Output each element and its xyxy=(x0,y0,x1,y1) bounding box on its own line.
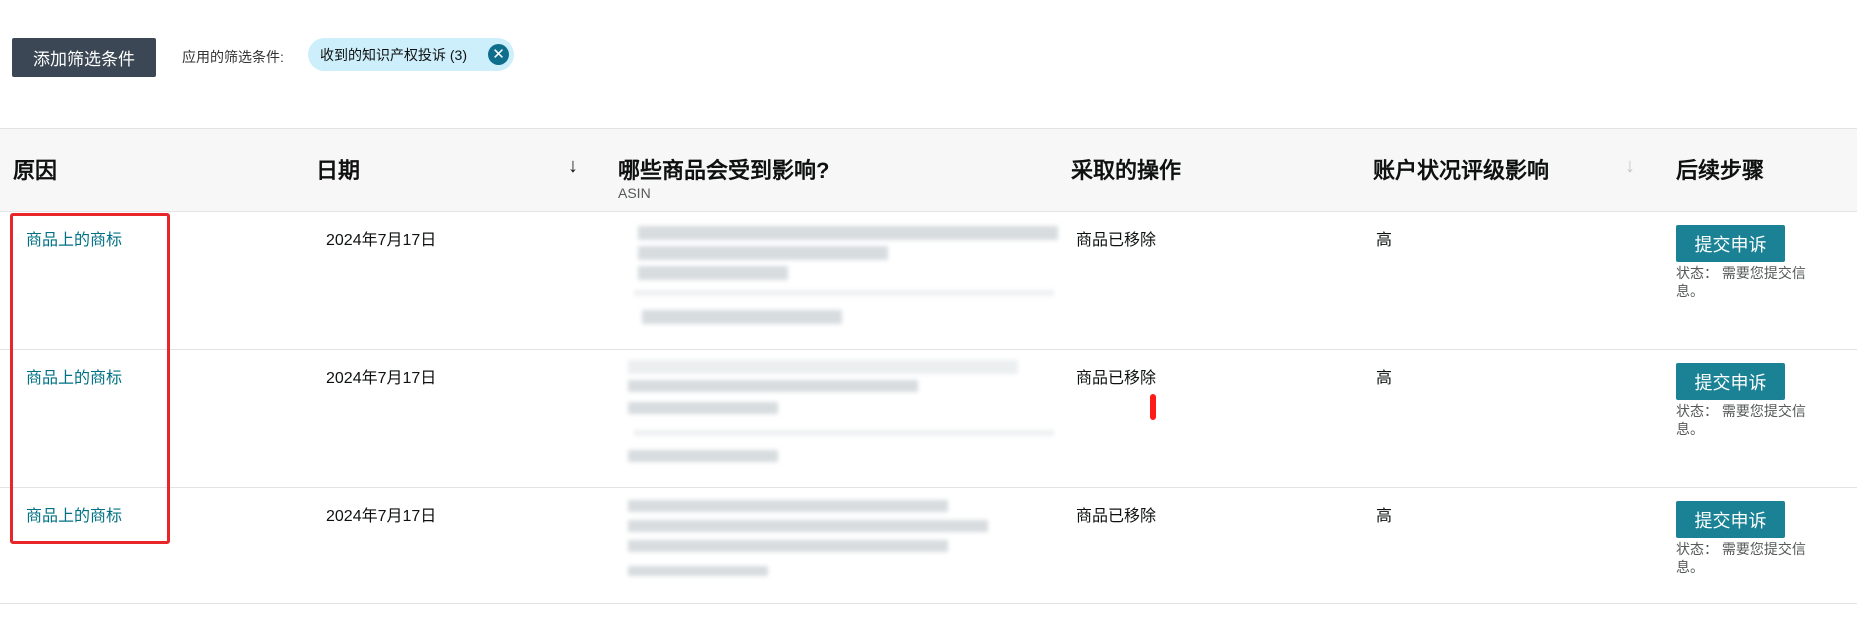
status-text: 状态： 需要您提交信息。 xyxy=(1676,403,1806,437)
status-text: 状态： 需要您提交信息。 xyxy=(1676,265,1806,299)
filter-toolbar: 添加筛选条件 应用的筛选条件: 收到的知识产权投诉 (3) ✕ xyxy=(0,0,1857,110)
impact-cell: 高 xyxy=(1376,370,1393,387)
asin-redacted xyxy=(624,358,1064,478)
action-cell: 商品已移除 xyxy=(1076,508,1157,525)
reason-link[interactable]: 商品上的商标 xyxy=(26,502,122,526)
asin-redacted xyxy=(624,222,1064,342)
reason-link[interactable]: 商品上的商标 xyxy=(26,226,122,250)
header-next-steps: 后续步骤 xyxy=(1676,158,1765,183)
header-affected: 哪些商品会受到影响? xyxy=(618,158,830,183)
filter-chip[interactable]: 收到的知识产权投诉 (3) ✕ xyxy=(308,38,514,71)
annotation-mark xyxy=(1150,394,1156,420)
applied-filters-label: 应用的筛选条件: xyxy=(182,49,284,65)
submit-appeal-button[interactable]: 提交申诉 xyxy=(1676,363,1785,400)
submit-appeal-button[interactable]: 提交申诉 xyxy=(1676,501,1785,538)
sort-down-icon[interactable]: ↓ xyxy=(568,155,578,178)
asin-redacted xyxy=(624,496,1064,616)
reason-link[interactable]: 商品上的商标 xyxy=(26,364,122,388)
date-cell: 2024年7月17日 xyxy=(326,508,437,525)
filter-chip-label: 收到的知识产权投诉 (3) xyxy=(320,46,467,63)
header-asin-sub: ASIN xyxy=(618,185,651,201)
table-row: 商品上的商标 2024年7月17日 商品已移除 高 提交申诉 状态： 需要您提交… xyxy=(0,212,1857,350)
action-cell: 商品已移除 xyxy=(1076,232,1157,249)
add-filter-button[interactable]: 添加筛选条件 xyxy=(12,38,156,77)
header-action: 采取的操作 xyxy=(1071,158,1182,183)
header-impact[interactable]: 账户状况评级影响 xyxy=(1373,153,1549,185)
status-text: 状态： 需要您提交信息。 xyxy=(1676,541,1806,575)
header-date[interactable]: 日期 xyxy=(316,153,360,185)
table-header: 原因 日期 ↓ 哪些商品会受到影响? ASIN 采取的操作 账户状况评级影响 ↓… xyxy=(0,128,1857,212)
impact-cell: 高 xyxy=(1376,508,1393,525)
table-row: 商品上的商标 2024年7月17日 商品已移除 高 提交申诉 状态： 需要您提交… xyxy=(0,488,1857,604)
table-row: 商品上的商标 2024年7月17日 商品已移除 高 提交申诉 状态： 需要您提交… xyxy=(0,350,1857,488)
close-icon[interactable]: ✕ xyxy=(488,44,509,65)
submit-appeal-button[interactable]: 提交申诉 xyxy=(1676,225,1785,262)
date-cell: 2024年7月17日 xyxy=(326,370,437,387)
impact-cell: 高 xyxy=(1376,232,1393,249)
date-cell: 2024年7月17日 xyxy=(326,232,437,249)
header-reason: 原因 xyxy=(13,158,58,183)
sort-down-icon[interactable]: ↓ xyxy=(1625,155,1635,178)
action-cell: 商品已移除 xyxy=(1076,370,1157,387)
